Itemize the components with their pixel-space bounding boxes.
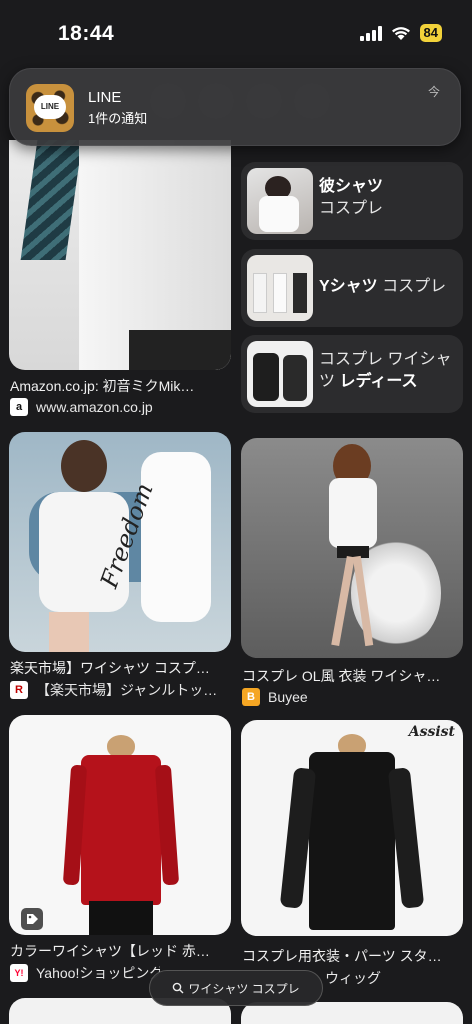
mannequin-head bbox=[107, 735, 135, 757]
black-shirt bbox=[309, 752, 395, 930]
wifi-icon bbox=[391, 27, 410, 40]
related-bold: レディース bbox=[339, 373, 418, 390]
source-label: ウィッグ bbox=[325, 970, 381, 986]
result-image[interactable] bbox=[9, 140, 231, 370]
result-source[interactable]: ウィッグ bbox=[325, 968, 461, 988]
battery-level: 84 bbox=[419, 24, 442, 42]
rakuten-icon: R bbox=[10, 681, 28, 699]
result-card-buyee[interactable]: コスプレ OL風 衣装 ワイシャ… B Buyee bbox=[241, 438, 463, 708]
status-bar: 18:44 84 bbox=[0, 0, 472, 66]
tag-icon[interactable] bbox=[21, 908, 43, 930]
notification-time: 今 bbox=[427, 85, 440, 99]
related-rest: コスプレ bbox=[319, 200, 384, 217]
result-caption[interactable]: コスプレ用衣装・パーツ スタ… bbox=[242, 946, 462, 966]
line-notification[interactable]: LINE LINE 1件の通知 今 bbox=[9, 68, 461, 146]
related-search-y-shirt[interactable]: Yシャツ コスプレ bbox=[241, 249, 463, 327]
search-query-label: ワイシャツ コスプレ bbox=[188, 981, 300, 996]
assist-logo: Assist bbox=[408, 724, 455, 740]
result-card-yahoo[interactable]: カラーワイシャツ【レッド 赤… Y! Yahoo!ショッピング bbox=[9, 715, 231, 985]
yahoo-icon: Y! bbox=[10, 964, 28, 982]
notification-title: LINE bbox=[88, 89, 122, 106]
result-source[interactable]: a www.amazon.co.jp bbox=[10, 398, 230, 416]
result-source[interactable]: R 【楽天市場】ジャンルトッ… bbox=[10, 680, 230, 700]
status-icons: 84 bbox=[359, 24, 442, 42]
result-caption[interactable]: 楽天市場】ワイシャツ コスプ… bbox=[10, 658, 230, 678]
source-label: www.amazon.co.jp bbox=[36, 399, 153, 415]
related-thumb bbox=[247, 255, 313, 321]
result-caption[interactable]: コスプレ OL風 衣装 ワイシャ… bbox=[242, 666, 462, 686]
search-query-pill[interactable]: ワイシャツ コスプレ bbox=[149, 970, 323, 1006]
source-label: 【楽天市場】ジャンルトッ… bbox=[36, 682, 218, 698]
related-thumb bbox=[247, 168, 313, 234]
result-card-rakuten[interactable]: Freedom 楽天市場】ワイシャツ コスプ… R 【楽天市場】ジャンルトッ… bbox=[9, 432, 231, 702]
related-search-ladies[interactable]: コスプレ ワイシャツ レディース bbox=[241, 335, 463, 413]
related-rest: コスプレ bbox=[382, 278, 447, 295]
line-app-icon: LINE bbox=[26, 84, 74, 132]
red-shirt bbox=[81, 755, 161, 905]
result-image[interactable] bbox=[9, 715, 231, 935]
result-image[interactable]: Freedom bbox=[9, 432, 231, 652]
buyee-icon: B bbox=[242, 688, 260, 706]
result-card-amazon[interactable]: Amazon.co.jp: 初音ミクMik… a www.amazon.co.j… bbox=[9, 140, 231, 420]
notification-body: 1件の通知 bbox=[88, 111, 148, 126]
source-label: Buyee bbox=[268, 689, 308, 705]
result-source[interactable]: B Buyee bbox=[242, 688, 462, 706]
related-bold: Yシャツ bbox=[319, 278, 378, 295]
related-search-kare-shirt[interactable]: 彼シャツ コスプレ bbox=[241, 162, 463, 240]
related-bold: 彼シャツ bbox=[319, 178, 384, 195]
result-card-assist[interactable]: Assist コスプレ用衣装・パーツ スタ… ウィッグ bbox=[241, 720, 463, 990]
search-icon bbox=[173, 982, 184, 994]
result-caption[interactable]: Amazon.co.jp: 初音ミクMik… bbox=[10, 376, 230, 396]
status-time: 18:44 bbox=[58, 22, 115, 45]
result-image[interactable]: Assist bbox=[241, 720, 463, 936]
result-source[interactable]: Y! Yahoo!ショッピング bbox=[10, 963, 160, 983]
amazon-icon: a bbox=[10, 398, 28, 416]
result-caption[interactable]: カラーワイシャツ【レッド 赤… bbox=[10, 941, 230, 961]
line-logo: LINE bbox=[34, 95, 66, 119]
source-label: Yahoo!ショッピング bbox=[36, 965, 160, 981]
result-image[interactable] bbox=[241, 438, 463, 658]
related-thumb bbox=[247, 341, 313, 407]
cellular-signal-icon bbox=[359, 25, 382, 41]
